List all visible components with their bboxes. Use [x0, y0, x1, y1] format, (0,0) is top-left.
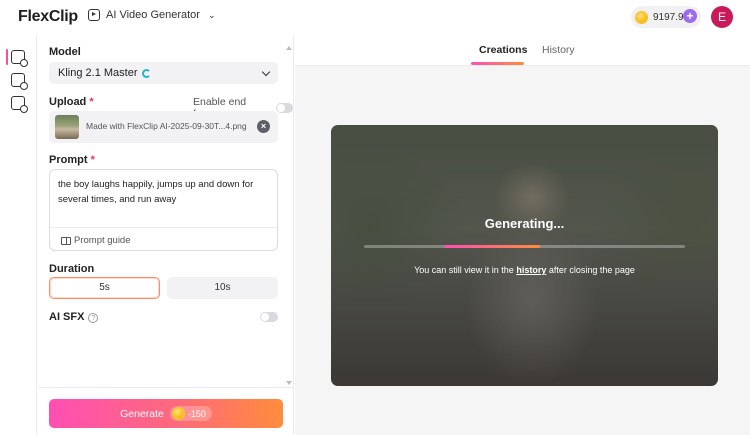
- top-bar: FlexClip AI Video Generator ⌄ 9197.9 + E: [0, 0, 750, 35]
- prompt-input[interactable]: the boy laughs happily, jumps up and dow…: [49, 169, 278, 251]
- generate-button[interactable]: Generate -150: [49, 399, 283, 428]
- prompt-divider: [50, 227, 277, 228]
- prompt-guide-label: Prompt guide: [74, 235, 131, 246]
- chevron-down-icon: [261, 67, 271, 77]
- user-avatar[interactable]: E: [711, 6, 733, 28]
- active-tab-indicator: [471, 62, 524, 65]
- results-tabs: Creations History: [295, 35, 750, 66]
- scroll-up-arrow[interactable]: [286, 46, 292, 50]
- generate-footer: Generate -150: [38, 387, 294, 435]
- results-area: Creations History Generating... You can …: [295, 35, 750, 435]
- prompt-label: Prompt *: [49, 154, 95, 166]
- help-icon[interactable]: ?: [88, 313, 99, 323]
- duration-label: Duration: [49, 263, 95, 275]
- coin-icon: [171, 407, 185, 420]
- upload-label: Upload *: [49, 96, 94, 108]
- remove-file-button[interactable]: ×: [257, 120, 270, 133]
- uploaded-thumbnail: [55, 115, 79, 139]
- duration-5s-button[interactable]: 5s: [49, 277, 160, 299]
- model-value: Kling 2.1 Master: [58, 67, 138, 79]
- progress-bar-fill: [444, 245, 541, 248]
- settings-panel: Model Kling 2.1 Master Upload * Enable e…: [38, 35, 294, 435]
- tab-creations[interactable]: Creations: [479, 44, 527, 56]
- ai-video-effects-icon[interactable]: [11, 96, 28, 113]
- uploaded-filename: Made with FlexClip AI-2025-09-30T...4.pn…: [86, 121, 247, 131]
- uploaded-file[interactable]: Made with FlexClip AI-2025-09-30T...4.pn…: [49, 111, 278, 143]
- add-credits-button[interactable]: +: [683, 9, 697, 23]
- preview-overlay: [331, 125, 718, 386]
- left-rail: [0, 35, 37, 435]
- generation-note: You can still view it in the history aft…: [414, 265, 635, 275]
- prompt-text[interactable]: the boy laughs happily, jumps up and dow…: [58, 177, 270, 207]
- ai-sfx-toggle[interactable]: [260, 312, 278, 322]
- coin-icon: [635, 10, 648, 24]
- flexclip-logo[interactable]: FlexClip: [18, 8, 78, 26]
- tool-switcher-label: AI Video Generator: [106, 9, 200, 21]
- tool-switcher[interactable]: AI Video Generator ⌄: [88, 9, 216, 21]
- model-select[interactable]: Kling 2.1 Master: [49, 62, 278, 84]
- ai-image-to-video-icon[interactable]: [6, 49, 28, 67]
- generate-cost-value: -150: [187, 408, 206, 419]
- book-icon: [61, 236, 71, 245]
- chevron-down-icon: ⌄: [207, 9, 216, 20]
- end-frame-toggle[interactable]: [276, 103, 293, 113]
- tab-history[interactable]: History: [542, 44, 575, 56]
- history-link[interactable]: history: [516, 265, 546, 275]
- credits-value: 9197.9: [653, 11, 684, 23]
- generating-status: Generating...: [484, 216, 565, 231]
- refresh-icon: [142, 68, 152, 78]
- ai-video-icon[interactable]: [11, 73, 28, 90]
- duration-10s-button[interactable]: 10s: [167, 277, 278, 299]
- generate-label: Generate: [120, 407, 164, 420]
- model-label: Model: [49, 46, 81, 58]
- prompt-guide-link[interactable]: Prompt guide: [61, 235, 131, 246]
- generate-cost: -150: [169, 406, 212, 421]
- generation-preview: Generating... You can still view it in t…: [331, 125, 718, 386]
- progress-bar: [364, 245, 685, 248]
- scroll-down-arrow[interactable]: [286, 381, 292, 385]
- video-generator-icon: [88, 9, 100, 21]
- ai-sfx-label: AI SFX?: [49, 311, 99, 323]
